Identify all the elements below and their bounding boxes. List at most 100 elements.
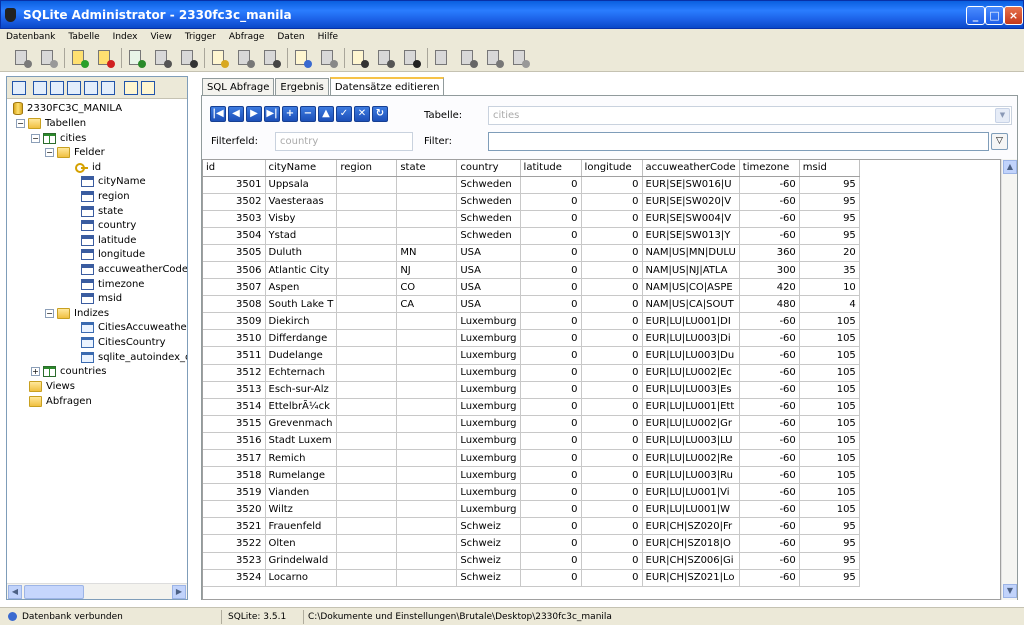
column-header-country[interactable]: country bbox=[456, 160, 521, 177]
cell-latitude[interactable]: 0 bbox=[520, 449, 582, 468]
minimize-button[interactable]: _ bbox=[966, 6, 985, 25]
cell-accuweathercode[interactable]: EUR|LU|LU002|Ec bbox=[642, 364, 740, 382]
cell-msid[interactable]: 95 bbox=[799, 210, 860, 228]
cell-accuweathercode[interactable]: EUR|LU|LU002|Re bbox=[642, 449, 740, 468]
cell-cityname[interactable]: Vaesteraas bbox=[265, 193, 338, 211]
cell-timezone[interactable]: -60 bbox=[739, 398, 800, 416]
cell-timezone[interactable]: -60 bbox=[739, 227, 800, 245]
tree-index-country[interactable]: CitiesCountry bbox=[81, 335, 166, 349]
cell-latitude[interactable]: 0 bbox=[520, 381, 582, 399]
cell-country[interactable]: Luxemburg bbox=[456, 312, 521, 331]
cell-region[interactable] bbox=[336, 176, 398, 194]
cell-latitude[interactable]: 0 bbox=[520, 569, 582, 587]
tree-field-country[interactable]: country bbox=[81, 218, 136, 232]
cell-cityname[interactable]: Stadt Luxem bbox=[265, 432, 338, 451]
cell-state[interactable] bbox=[396, 176, 458, 194]
cell-accuweathercode[interactable]: EUR|SE|SW013|Y bbox=[642, 227, 740, 245]
menu-abfrage[interactable]: Abfrage bbox=[229, 32, 265, 42]
edit-table-icon[interactable] bbox=[152, 48, 172, 68]
cell-longitude[interactable]: 0 bbox=[581, 483, 643, 502]
tree-view-icon[interactable] bbox=[12, 80, 26, 95]
cell-msid[interactable]: 95 bbox=[799, 569, 860, 587]
cell-timezone[interactable]: -60 bbox=[739, 432, 800, 451]
column-header-cityname[interactable]: cityName bbox=[265, 160, 338, 177]
cell-country[interactable]: Luxemburg bbox=[456, 398, 521, 416]
insert-record-icon[interactable]: + bbox=[282, 106, 298, 122]
cell-region[interactable] bbox=[336, 569, 398, 587]
table-row[interactable]: 3520 Wiltz Luxemburg 0 0 EUR|LU|LU001|W -60 105 bbox=[203, 500, 860, 519]
cell-accuweathercode[interactable]: EUR|SE|SW016|U bbox=[642, 176, 740, 194]
cell-id[interactable]: 3517 bbox=[203, 449, 266, 468]
close-button[interactable]: × bbox=[1004, 6, 1023, 25]
cell-timezone[interactable]: -60 bbox=[739, 381, 800, 399]
cell-country[interactable]: Luxemburg bbox=[456, 449, 521, 468]
cell-region[interactable] bbox=[336, 534, 398, 553]
cell-state[interactable]: MN bbox=[396, 244, 458, 262]
table-row[interactable]: 3514 EttelbrÃ¼ck Luxemburg 0 0 EUR|LU|LU001|E… bbox=[203, 398, 860, 416]
cell-latitude[interactable]: 0 bbox=[520, 432, 582, 451]
cell-msid[interactable]: 105 bbox=[799, 329, 860, 348]
cell-id[interactable]: 3523 bbox=[203, 552, 266, 570]
table-row[interactable]: 3510 Differdange Luxemburg 0 0 EUR|LU|LU003|D… bbox=[203, 329, 860, 348]
table-row[interactable]: 3513 Esch-sur-Alz Luxemburg 0 0 EUR|LU|LU003|… bbox=[203, 381, 860, 399]
filter-funnel-icon[interactable]: ▽ bbox=[991, 133, 1008, 150]
cell-accuweathercode[interactable]: EUR|SE|SW020|V bbox=[642, 193, 740, 211]
cell-id[interactable]: 3508 bbox=[203, 295, 266, 314]
cell-msid[interactable]: 95 bbox=[799, 552, 860, 570]
cell-msid[interactable]: 20 bbox=[799, 244, 860, 262]
cell-longitude[interactable]: 0 bbox=[581, 278, 643, 297]
cell-timezone[interactable]: -60 bbox=[739, 312, 800, 331]
cell-longitude[interactable]: 0 bbox=[581, 210, 643, 228]
cell-region[interactable] bbox=[336, 483, 398, 502]
cell-state[interactable] bbox=[396, 381, 458, 399]
settings-icon[interactable] bbox=[484, 48, 504, 68]
cell-cityname[interactable]: Diekirch bbox=[265, 312, 338, 331]
cell-region[interactable] bbox=[336, 381, 398, 399]
cell-country[interactable]: USA bbox=[456, 261, 521, 280]
cell-region[interactable] bbox=[336, 227, 398, 245]
cell-longitude[interactable]: 0 bbox=[581, 534, 643, 553]
tree-field-longitude[interactable]: longitude bbox=[81, 247, 145, 261]
menu-daten[interactable]: Daten bbox=[277, 32, 304, 42]
tree-node-tables[interactable]: − Tabellen bbox=[16, 116, 86, 130]
filter-input[interactable] bbox=[488, 132, 989, 151]
cell-longitude[interactable]: 0 bbox=[581, 244, 643, 262]
cell-country[interactable]: USA bbox=[456, 295, 521, 314]
cell-timezone[interactable]: -60 bbox=[739, 210, 800, 228]
cell-id[interactable]: 3520 bbox=[203, 500, 266, 519]
delete-table-icon[interactable] bbox=[178, 48, 198, 68]
cell-msid[interactable]: 105 bbox=[799, 312, 860, 331]
copy-icon[interactable] bbox=[432, 48, 452, 68]
cell-country[interactable]: Luxemburg bbox=[456, 415, 521, 433]
cell-state[interactable] bbox=[396, 415, 458, 433]
cell-cityname[interactable]: Olten bbox=[265, 534, 338, 553]
cell-accuweathercode[interactable]: NAM|US|MN|DULU bbox=[642, 244, 740, 262]
cell-msid[interactable]: 105 bbox=[799, 483, 860, 502]
tree-field-region[interactable]: region bbox=[81, 189, 130, 203]
cell-msid[interactable]: 95 bbox=[799, 534, 860, 553]
cell-region[interactable] bbox=[336, 517, 398, 536]
cell-accuweathercode[interactable]: EUR|LU|LU001|W bbox=[642, 500, 740, 519]
column-header-longitude[interactable]: longitude bbox=[581, 160, 643, 177]
cell-accuweathercode[interactable]: EUR|LU|LU003|LU bbox=[642, 432, 740, 451]
grid-vertical-scrollbar[interactable]: ▲ ▼ bbox=[1001, 159, 1017, 600]
cell-state[interactable] bbox=[396, 466, 458, 485]
delete-record-icon[interactable]: − bbox=[300, 106, 316, 122]
table-row[interactable]: 3505 Duluth MN USA 0 0 NAM|US|MN|DULU 360 20 bbox=[203, 244, 860, 262]
cell-timezone[interactable]: -60 bbox=[739, 329, 800, 348]
cell-country[interactable]: Schweden bbox=[456, 210, 521, 228]
show-fields-icon[interactable] bbox=[50, 80, 64, 95]
cell-state[interactable] bbox=[396, 500, 458, 519]
cell-region[interactable] bbox=[336, 500, 398, 519]
tree-database-root[interactable]: 2330FC3C_MANILA bbox=[13, 101, 122, 115]
cell-msid[interactable]: 105 bbox=[799, 346, 860, 365]
cell-country[interactable]: Luxemburg bbox=[456, 329, 521, 348]
cell-id[interactable]: 3501 bbox=[203, 176, 266, 194]
column-header-id[interactable]: id bbox=[203, 160, 266, 177]
new-database-icon[interactable] bbox=[12, 48, 32, 68]
cell-timezone[interactable]: -60 bbox=[739, 176, 800, 194]
scroll-up-icon[interactable]: ▲ bbox=[1003, 160, 1017, 174]
cell-cityname[interactable]: Remich bbox=[265, 449, 338, 468]
cell-accuweathercode[interactable]: NAM|US|CO|ASPE bbox=[642, 278, 740, 297]
cell-accuweathercode[interactable]: EUR|CH|SZ021|Lo bbox=[642, 569, 740, 587]
